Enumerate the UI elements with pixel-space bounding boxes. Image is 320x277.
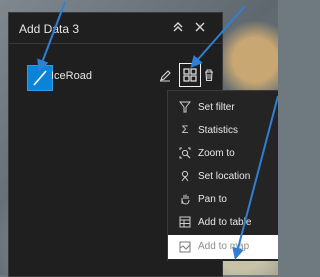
filter-icon [178, 101, 192, 116]
set-location-icon [179, 170, 191, 185]
menu-item-add-to-table[interactable]: Add to table [168, 212, 278, 234]
menu-item-label: Zoom to [198, 148, 235, 159]
sigma-icon: Σ [181, 124, 189, 136]
menu-item-set-location[interactable]: Set location [168, 166, 278, 188]
edit-pencil-icon[interactable] [159, 68, 171, 85]
layer-context-menu: Set filter Σ Statistics Zoom to Set loca… [167, 90, 278, 261]
menu-item-label: Add to table [198, 217, 252, 228]
map-icon [179, 241, 191, 256]
table-icon [179, 216, 191, 231]
double-chevron-up-icon[interactable] [172, 20, 184, 38]
layer-swatch [27, 65, 53, 91]
menu-item-label: Set location [198, 171, 251, 182]
menu-item-statistics[interactable]: Σ Statistics [168, 120, 278, 142]
menu-item-add-to-map[interactable]: Add to map [168, 235, 278, 259]
menu-item-pan-to[interactable]: Pan to [168, 189, 278, 211]
delete-trash-icon[interactable] [203, 68, 215, 85]
layer-row[interactable]: IceRoad [19, 63, 216, 91]
hand-icon [179, 193, 191, 208]
menu-item-label: Statistics [198, 125, 239, 136]
panel-title: Add Data 3 [19, 22, 80, 36]
close-icon[interactable] [194, 20, 206, 38]
layer-name: IceRoad [51, 70, 92, 82]
menu-item-zoom-to[interactable]: Zoom to [168, 143, 278, 165]
menu-item-set-filter[interactable]: Set filter [168, 97, 278, 119]
menu-item-label: Pan to [198, 194, 227, 205]
zoom-to-icon [179, 147, 191, 162]
actions-menu-button[interactable] [179, 63, 201, 87]
menu-item-label: Add to map [198, 241, 250, 252]
panel-header: Add Data 3 [9, 13, 222, 44]
actions-menu-icon [183, 68, 197, 82]
menu-item-label: Set filter [198, 102, 235, 113]
